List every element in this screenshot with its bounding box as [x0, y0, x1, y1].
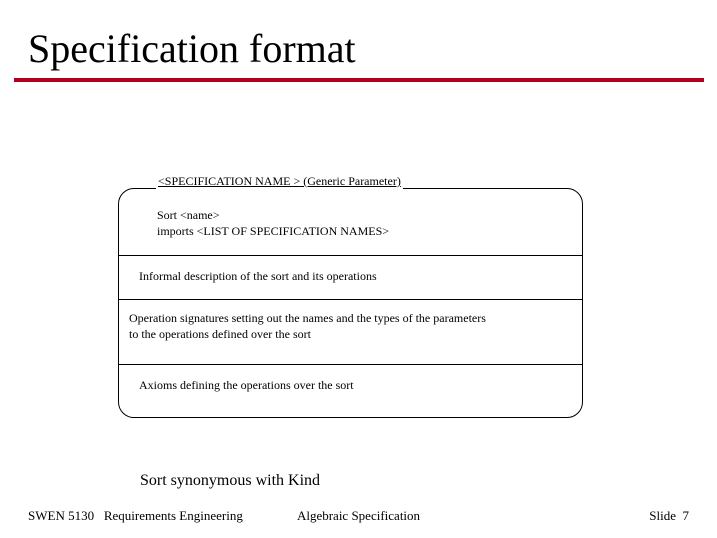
sort-line2: imports <LIST OF SPECIFICATION NAMES>: [157, 223, 566, 239]
spec-name: <SPECIFICATION NAME >: [158, 174, 300, 188]
footer: SWEN 5130 Requirements Engineering Algeb…: [28, 508, 689, 524]
opsig-line1: Operation signatures setting out the nam…: [129, 310, 566, 326]
footer-left: SWEN 5130 Requirements Engineering: [28, 508, 243, 524]
footer-course: SWEN 5130: [28, 508, 94, 523]
spec-param: (Generic Parameter): [300, 174, 401, 188]
axioms-text: Axioms defining the operations over the …: [139, 377, 566, 393]
spec-diagram: <SPECIFICATION NAME > (Generic Parameter…: [118, 188, 583, 418]
opsig-line2: to the operations defined over the sort: [129, 326, 566, 342]
footer-right: Slide 7: [649, 508, 689, 524]
spec-box: Sort <name> imports <LIST OF SPECIFICATI…: [118, 188, 583, 418]
title-rule: [14, 78, 704, 82]
slide: Specification format <SPECIFICATION NAME…: [0, 0, 717, 538]
section-sort: Sort <name> imports <LIST OF SPECIFICATI…: [119, 189, 582, 255]
caption: Sort synonymous with Kind: [140, 472, 320, 490]
footer-subject: Requirements Engineering: [104, 508, 243, 523]
section-informal: Informal description of the sort and its…: [119, 255, 582, 298]
footer-slide-num: 7: [683, 508, 690, 523]
spec-header: <SPECIFICATION NAME > (Generic Parameter…: [156, 174, 403, 189]
slide-title: Specification format: [0, 0, 717, 72]
informal-text: Informal description of the sort and its…: [139, 268, 566, 284]
section-axioms: Axioms defining the operations over the …: [119, 364, 582, 417]
section-opsig: Operation signatures setting out the nam…: [119, 299, 582, 364]
sort-line1: Sort <name>: [157, 207, 566, 223]
footer-slide-label: Slide: [649, 508, 676, 523]
footer-center: Algebraic Specification: [297, 508, 420, 524]
